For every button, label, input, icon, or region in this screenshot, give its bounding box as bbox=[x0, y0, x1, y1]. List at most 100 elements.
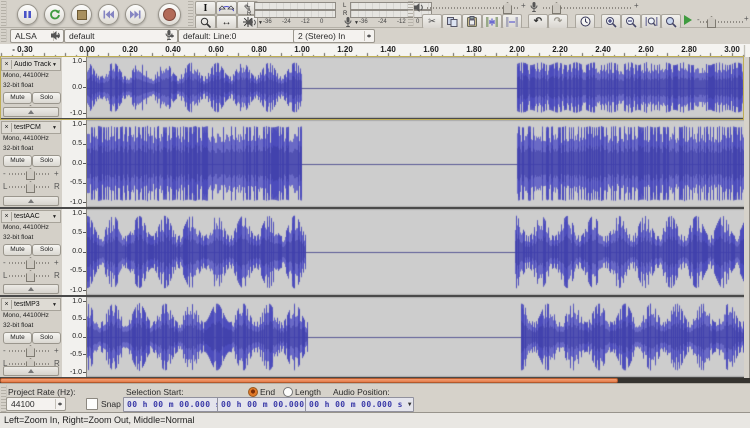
solo-button[interactable]: Solo bbox=[32, 92, 61, 104]
input-volume-thumb[interactable] bbox=[552, 2, 561, 14]
output-device-select[interactable]: default bbox=[64, 29, 178, 43]
silence-icon bbox=[506, 17, 518, 27]
gain-slider[interactable]: - + bbox=[0, 167, 62, 180]
envelope-tool-button[interactable] bbox=[216, 1, 237, 15]
track-control-panel[interactable]: × testPCM ▼ Mono, 44100Hz 32-bit float M… bbox=[0, 120, 63, 207]
track-sample-info: 32-bit float bbox=[0, 321, 62, 331]
timeline-ruler[interactable]: - 0.300.000.200.400.600.801.001.201.401.… bbox=[0, 44, 750, 57]
paste-button[interactable] bbox=[462, 14, 482, 29]
plus-label: + bbox=[54, 259, 59, 267]
track-control-panel[interactable]: × testAAC ▼ Mono, 44100Hz 32-bit float M… bbox=[0, 209, 63, 295]
waveform-canvas[interactable] bbox=[87, 57, 744, 118]
playback-speed-thumb[interactable] bbox=[707, 16, 716, 28]
audio-position-field[interactable]: 00 h 00 m 00.000 s▼ bbox=[305, 397, 414, 412]
track-menu-arrow-icon[interactable]: ▼ bbox=[52, 62, 60, 68]
stop-button[interactable] bbox=[71, 4, 92, 25]
redo-button[interactable]: ↷ bbox=[548, 14, 568, 29]
input-channels-select[interactable]: 2 (Stereo) In bbox=[293, 29, 375, 43]
vertical-scale-ruler[interactable]: 1.00.50.0-0.5-1.0 bbox=[62, 209, 87, 295]
end-radio[interactable] bbox=[248, 387, 258, 397]
mute-button[interactable]: Mute bbox=[3, 332, 32, 344]
gain-slider[interactable]: - + bbox=[0, 344, 62, 357]
field-dropdown-arrow[interactable]: ▼ bbox=[408, 398, 412, 411]
track-title-bar[interactable]: × testAAC ▼ bbox=[1, 210, 61, 223]
zoom-out-button[interactable] bbox=[621, 14, 641, 29]
track-menu-arrow-icon[interactable]: ▼ bbox=[52, 302, 60, 308]
snap-to-checkbox[interactable] bbox=[86, 398, 98, 410]
pan-slider-thumb[interactable] bbox=[26, 181, 35, 193]
vertical-scale-ruler[interactable]: 1.00.50.0-0.5-1.0 bbox=[62, 297, 87, 377]
undo-button[interactable]: ↶ bbox=[528, 14, 548, 29]
waveform-canvas[interactable] bbox=[87, 120, 744, 207]
track-control-panel[interactable]: × Audio Track ▼ Mono, 44100Hz 32-bit flo… bbox=[0, 57, 63, 118]
skip-to-end-button[interactable] bbox=[125, 4, 146, 25]
mute-button[interactable]: Mute bbox=[3, 244, 32, 256]
toolbar-area: I ✎ ↔ L R ▼ -36-24-120 L R ▼ bbox=[0, 0, 750, 28]
device-gripper[interactable] bbox=[1, 29, 7, 42]
silence-audio-button[interactable] bbox=[502, 14, 522, 29]
redo-icon: ↷ bbox=[554, 16, 562, 27]
track-close-icon[interactable]: × bbox=[2, 123, 12, 132]
track-panel-area: × Audio Track ▼ Mono, 44100Hz 32-bit flo… bbox=[0, 57, 750, 379]
fit-selection-button[interactable] bbox=[641, 14, 661, 29]
gain-slider-thumb[interactable] bbox=[26, 168, 35, 180]
track-title-bar[interactable]: × testMP3 ▼ bbox=[1, 298, 61, 311]
output-volume-thumb[interactable] bbox=[503, 2, 512, 14]
selection-start-field[interactable]: 00 h 00 m 00.000 s▼ bbox=[123, 397, 232, 412]
solo-button[interactable]: Solo bbox=[32, 155, 61, 167]
track-control-panel[interactable]: × testMP3 ▼ Mono, 44100Hz 32-bit float M… bbox=[0, 297, 63, 377]
track-close-icon[interactable]: × bbox=[2, 300, 12, 309]
pause-button[interactable] bbox=[17, 4, 38, 25]
track-close-icon[interactable]: × bbox=[2, 212, 12, 221]
track-menu-arrow-icon[interactable]: ▼ bbox=[52, 214, 60, 220]
spin-arrows bbox=[364, 31, 372, 41]
track-collapse-button[interactable] bbox=[3, 107, 59, 117]
gain-slider[interactable]: - + bbox=[0, 256, 62, 269]
gain-slider-thumb[interactable] bbox=[26, 257, 35, 269]
track-title-bar[interactable]: × testPCM ▼ bbox=[1, 121, 61, 134]
pan-slider-thumb[interactable] bbox=[26, 270, 35, 282]
zoom-tool-button[interactable] bbox=[195, 15, 216, 29]
solo-button[interactable]: Solo bbox=[32, 332, 61, 344]
track-title-bar[interactable]: × Audio Track ▼ bbox=[1, 58, 61, 71]
pan-slider[interactable]: L R bbox=[0, 180, 62, 193]
toolbar-gripper[interactable] bbox=[1, 1, 7, 26]
track-collapse-button[interactable] bbox=[3, 196, 59, 206]
tools-gripper[interactable] bbox=[188, 1, 194, 26]
skip-to-start-button[interactable] bbox=[98, 4, 119, 25]
gain-slider-thumb[interactable] bbox=[26, 345, 35, 357]
vertical-scale-ruler[interactable]: 1.00.0-1.0 bbox=[62, 57, 87, 118]
device-toolbar: ALSA default default: Line:0 2 (Stereo) … bbox=[0, 28, 750, 45]
fit-selection-icon bbox=[645, 16, 658, 28]
timeshift-tool-button[interactable]: ↔ bbox=[216, 15, 237, 29]
selection-tool-button[interactable]: I bbox=[195, 1, 216, 15]
waveform-canvas[interactable] bbox=[87, 297, 744, 377]
sync-lock-button[interactable] bbox=[575, 14, 595, 29]
pan-slider[interactable]: L R bbox=[0, 117, 62, 118]
fit-project-button[interactable] bbox=[661, 14, 681, 29]
track-close-icon[interactable]: × bbox=[2, 60, 12, 69]
play-at-speed-button[interactable] bbox=[684, 15, 697, 25]
scale-tick bbox=[83, 183, 86, 184]
solo-button[interactable]: Solo bbox=[32, 244, 61, 256]
track-menu-arrow-icon[interactable]: ▼ bbox=[52, 125, 60, 131]
length-radio[interactable] bbox=[283, 387, 293, 397]
zoom-in-button[interactable] bbox=[601, 14, 621, 29]
trim-audio-button[interactable] bbox=[482, 14, 502, 29]
plus-label: + bbox=[744, 15, 749, 23]
ibeam-icon: I bbox=[204, 3, 208, 14]
input-device-select[interactable]: default: Line:0 bbox=[178, 29, 306, 43]
waveform-canvas[interactable] bbox=[87, 209, 744, 295]
cut-button[interactable]: ✂ bbox=[422, 14, 442, 29]
playback-speed-slider[interactable] bbox=[700, 21, 744, 23]
vertical-scale-ruler[interactable]: 1.00.50.0-0.5-1.0 bbox=[62, 120, 87, 207]
pan-slider[interactable]: L R bbox=[0, 269, 62, 282]
project-rate-select[interactable]: 44100 bbox=[6, 397, 66, 411]
copy-button[interactable] bbox=[442, 14, 462, 29]
track-collapse-button[interactable] bbox=[3, 284, 59, 294]
record-button[interactable] bbox=[158, 3, 181, 26]
mute-button[interactable]: Mute bbox=[3, 92, 32, 104]
mute-button[interactable]: Mute bbox=[3, 155, 32, 167]
track-collapse-button[interactable] bbox=[3, 366, 59, 376]
play-button[interactable] bbox=[44, 4, 65, 25]
